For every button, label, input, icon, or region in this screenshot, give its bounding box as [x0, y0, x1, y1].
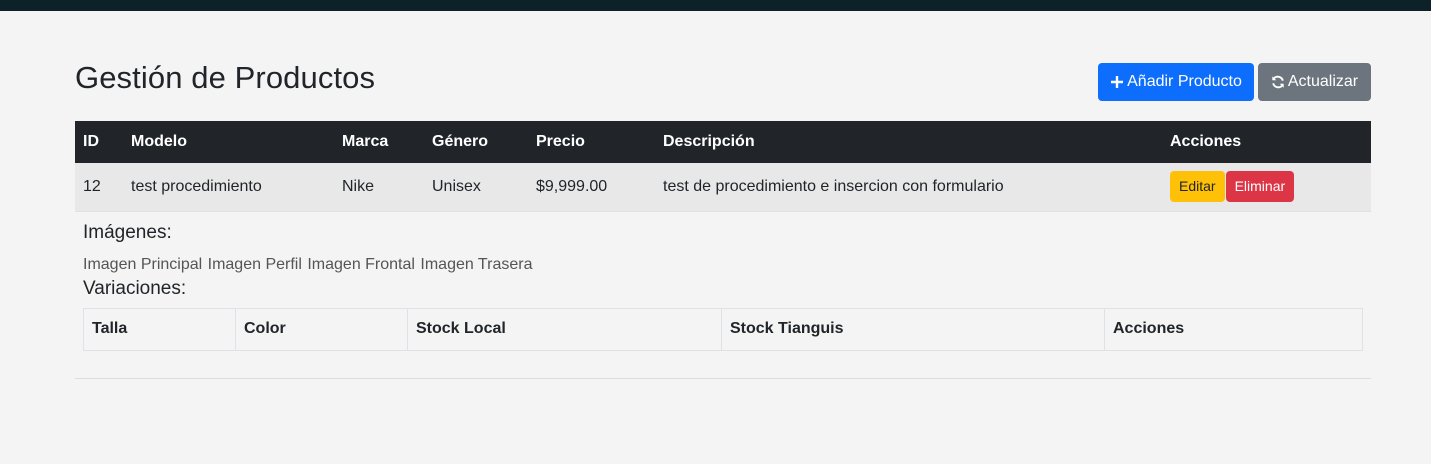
cell-genero: Unisex [432, 177, 481, 195]
cell-marca: Nike [342, 177, 375, 195]
variations-title: Variaciones: [83, 277, 187, 299]
refresh-icon [1271, 75, 1285, 89]
cell-acciones: Editar Eliminar [1162, 163, 1371, 211]
plus-icon [1110, 75, 1124, 89]
edit-button[interactable]: Editar [1170, 171, 1225, 203]
images-list: Imagen Principal Imagen Perfil Imagen Fr… [83, 256, 1363, 274]
var-header-color: Color [235, 307, 408, 351]
var-header-stock-local: Stock Local [407, 307, 722, 351]
image-trasera: Imagen Trasera [420, 256, 532, 274]
header-id: ID [83, 133, 99, 150]
image-frontal: Imagen Frontal [307, 256, 415, 274]
images-title: Imágenes: [83, 221, 172, 243]
image-perfil-alt: Imagen Perfil [207, 255, 302, 273]
cell-precio: $9,999.00 [536, 177, 608, 195]
header-modelo: Modelo [131, 133, 187, 150]
header-acciones: Acciones [1170, 133, 1242, 150]
variations-table-header: Talla Color Stock Local Stock Tianguis A… [83, 307, 1363, 351]
var-header-acciones: Acciones [1104, 307, 1363, 351]
header-descripcion: Descripción [663, 133, 755, 150]
variations-table: Talla Color Stock Local Stock Tianguis A… [83, 307, 1363, 351]
image-trasera-alt: Imagen Trasera [420, 255, 533, 273]
var-header-talla: Talla [83, 307, 236, 351]
image-perfil: Imagen Perfil [208, 256, 302, 274]
add-product-button[interactable]: Añadir Producto [1098, 63, 1254, 101]
product-details: Imágenes: Imagen Principal Imagen Perfil… [75, 212, 1371, 351]
add-product-label: Añadir Producto [1127, 73, 1242, 90]
products-table: ID Modelo Marca Género Precio Descripció… [75, 121, 1371, 212]
refresh-label: Actualizar [1287, 73, 1359, 90]
page-header: Gestión de Productos Añadir Producto Act… [75, 11, 1371, 121]
products-table-header: ID Modelo Marca Género Precio Descripció… [75, 121, 1371, 163]
image-principal-alt: Imagen Principal [83, 255, 203, 273]
table-row: 12 test procedimiento Nike Unisex $9,999… [75, 163, 1371, 211]
section-divider [75, 378, 1371, 379]
cell-modelo: test procedimiento [131, 177, 262, 195]
refresh-button[interactable]: Actualizar [1258, 63, 1371, 101]
header-precio: Precio [536, 133, 585, 150]
delete-button[interactable]: Eliminar [1225, 171, 1295, 203]
image-frontal-alt: Imagen Frontal [307, 255, 415, 273]
header-marca: Marca [342, 133, 389, 150]
var-header-stock-tianguis: Stock Tianguis [721, 307, 1105, 351]
page-title: Gestión de Productos [75, 60, 376, 95]
main-container: Gestión de Productos Añadir Producto Act… [75, 11, 1371, 379]
image-principal: Imagen Principal [83, 256, 202, 274]
cell-id: 12 [83, 177, 101, 195]
header-genero: Género [432, 133, 489, 150]
cell-descripcion: test de procedimiento e insercion con fo… [663, 177, 1004, 195]
top-navbar [0, 0, 1431, 11]
